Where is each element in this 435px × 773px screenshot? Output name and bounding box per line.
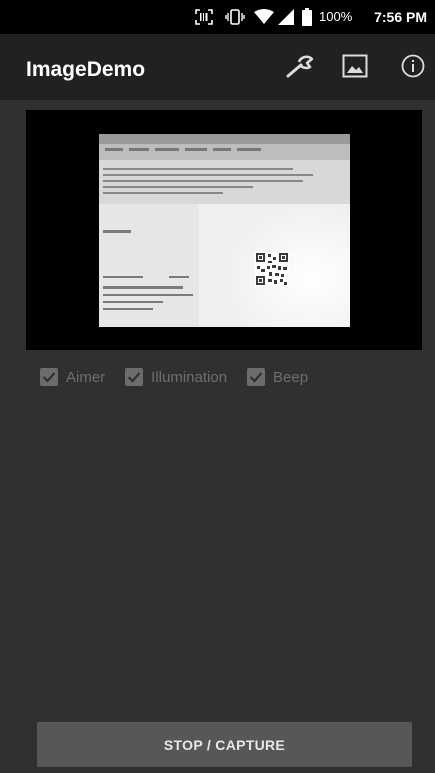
gallery-button[interactable] — [335, 48, 375, 88]
app-bar: ImageDemo — [0, 34, 435, 100]
scan-icon — [195, 0, 213, 34]
settings-wrench-button[interactable] — [280, 48, 320, 88]
options-row: Aimer Illumination Beep — [40, 365, 328, 389]
aimer-checkbox[interactable]: Aimer — [40, 368, 105, 386]
beep-checkbox[interactable]: Beep — [247, 368, 308, 386]
stop-capture-button[interactable]: STOP / CAPTURE — [37, 722, 412, 767]
image-icon — [342, 54, 368, 83]
checkbox-checked-icon — [247, 368, 266, 386]
wifi-icon — [254, 0, 274, 34]
battery-icon — [302, 0, 312, 34]
checkbox-checked-icon — [40, 368, 58, 386]
checkbox-checked-icon — [125, 368, 144, 386]
wrench-icon — [285, 53, 315, 84]
preview-photo-graphic — [99, 134, 350, 327]
illumination-label: Illumination — [151, 368, 228, 386]
info-icon — [401, 54, 425, 83]
info-button[interactable] — [393, 48, 433, 88]
cellular-signal-icon — [278, 0, 294, 34]
beep-label: Beep — [273, 368, 309, 386]
status-bar: 100% 7:56 PM — [0, 0, 435, 34]
aimer-label: Aimer — [66, 368, 106, 386]
app-title: ImageDemo — [26, 58, 146, 81]
status-clock: 7:56 PM — [374, 9, 427, 25]
battery-percent: 100% — [319, 9, 353, 24]
illumination-checkbox[interactable]: Illumination — [125, 368, 227, 386]
preview-image — [99, 134, 350, 327]
camera-preview — [26, 110, 422, 350]
vibrate-icon — [225, 0, 245, 34]
